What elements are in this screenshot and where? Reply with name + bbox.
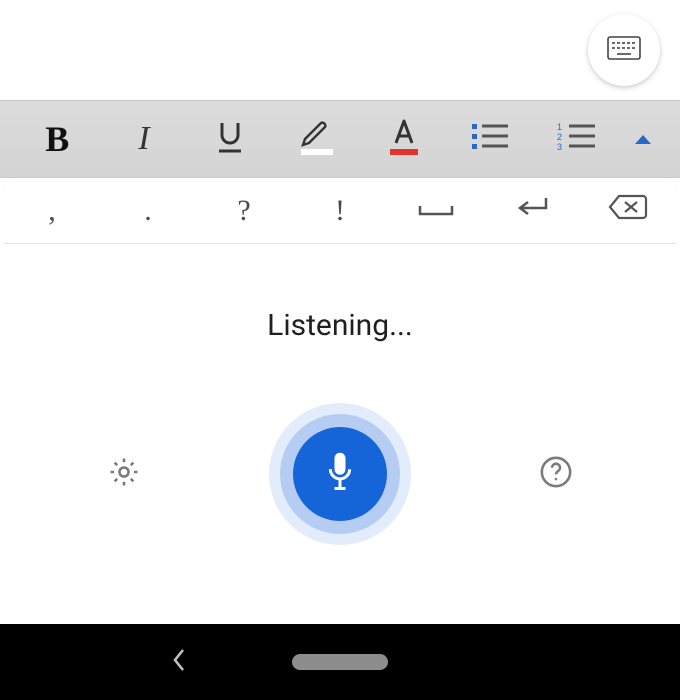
italic-button[interactable]: I — [101, 101, 188, 177]
microphone-button[interactable] — [269, 403, 411, 545]
svg-text:3: 3 — [557, 142, 562, 152]
bullet-list-button[interactable] — [447, 101, 534, 177]
dictation-panel: Listening... — [0, 244, 680, 593]
underline-icon — [215, 119, 245, 159]
nav-home-pill[interactable] — [292, 654, 388, 670]
space-icon — [416, 194, 456, 228]
question-mark-button[interactable]: ? — [196, 178, 292, 243]
backspace-button[interactable] — [580, 178, 676, 243]
return-icon — [512, 194, 552, 228]
numbered-list-button[interactable]: 1 2 3 — [533, 101, 620, 177]
text-color-icon — [382, 117, 426, 161]
dictation-status: Listening... — [0, 308, 680, 343]
highlight-button[interactable] — [274, 101, 361, 177]
highlighter-icon — [295, 117, 339, 161]
comma-button[interactable]: , — [4, 178, 100, 243]
svg-text:2: 2 — [557, 132, 562, 142]
italic-icon: I — [138, 120, 149, 158]
keyboard-icon — [607, 36, 641, 64]
gear-icon — [107, 455, 141, 493]
bold-button[interactable]: B — [14, 101, 101, 177]
underline-button[interactable] — [187, 101, 274, 177]
period-button[interactable]: . — [100, 178, 196, 243]
backspace-icon — [607, 193, 649, 229]
caret-up-icon — [634, 130, 652, 149]
nav-back-button[interactable] — [170, 646, 188, 678]
format-toolbar: B I — [0, 100, 680, 178]
android-nav-bar — [0, 624, 680, 700]
question-label: ? — [237, 194, 250, 228]
svg-text:1: 1 — [557, 122, 562, 132]
text-color-button[interactable] — [360, 101, 447, 177]
help-icon — [539, 455, 573, 493]
toolbar-expand-button[interactable] — [620, 130, 666, 149]
switch-to-keyboard-button[interactable] — [588, 14, 660, 86]
exclaim-button[interactable]: ! — [292, 178, 388, 243]
space-button[interactable] — [388, 178, 484, 243]
punctuation-toolbar: , . ? ! — [4, 178, 676, 244]
chevron-left-icon — [170, 659, 188, 678]
dictation-help-button[interactable] — [534, 452, 578, 496]
document-area — [0, 0, 680, 100]
numbered-list-icon: 1 2 3 — [557, 121, 597, 157]
period-label: . — [144, 194, 152, 228]
bold-icon: B — [45, 118, 69, 160]
microphone-icon — [323, 450, 357, 498]
bullet-list-icon — [470, 121, 510, 157]
comma-label: , — [48, 194, 56, 228]
exclaim-label: ! — [335, 194, 345, 228]
dictation-settings-button[interactable] — [102, 452, 146, 496]
newline-button[interactable] — [484, 178, 580, 243]
